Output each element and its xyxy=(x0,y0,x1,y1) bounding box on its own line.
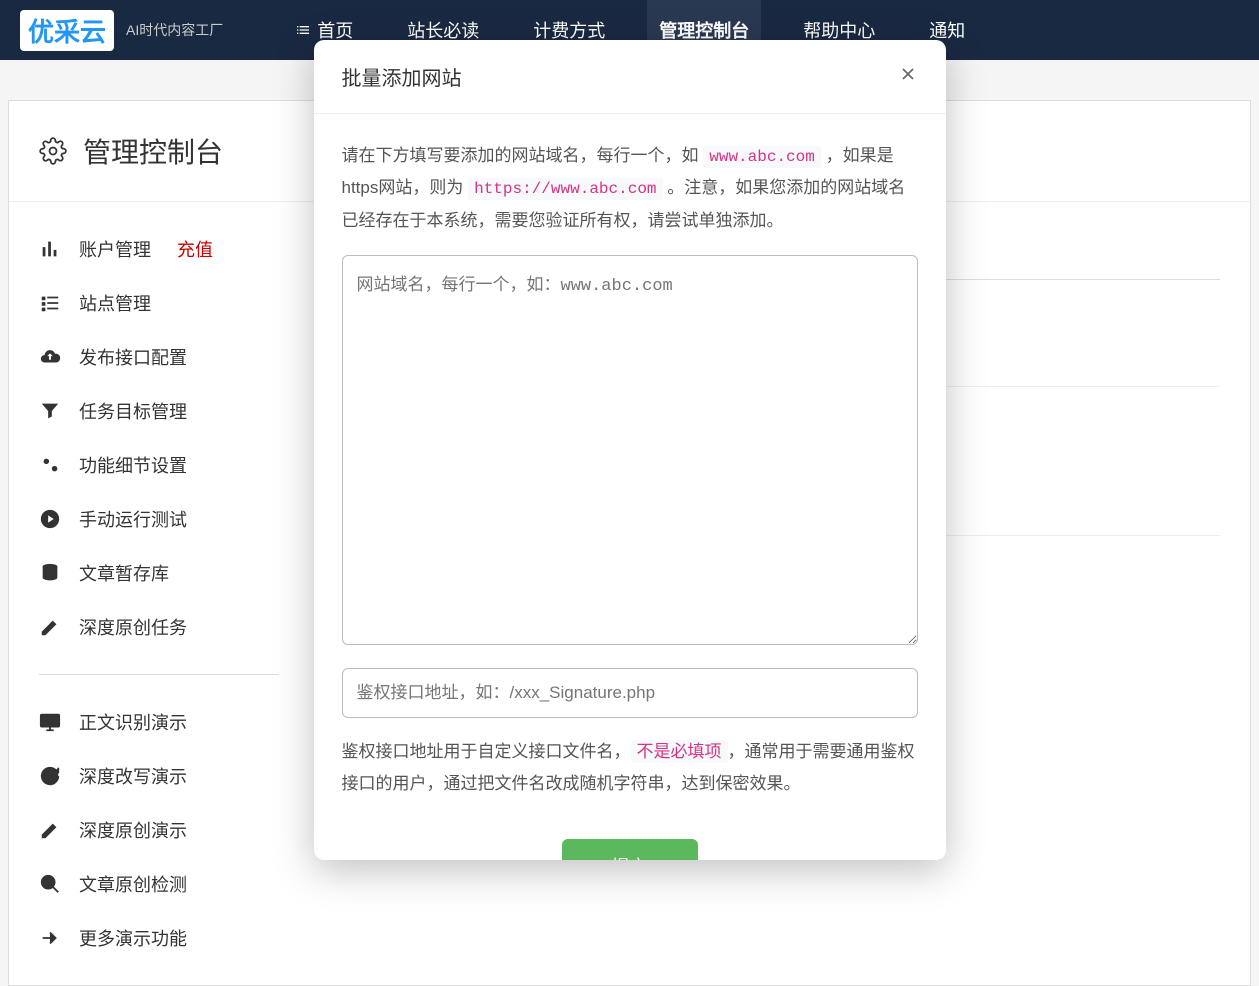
auth-path-input[interactable] xyxy=(342,668,918,718)
batch-add-modal: 批量添加网站 请在下方填写要添加的网站域名，每行一个，如 www.abc.com… xyxy=(314,40,946,860)
domains-textarea[interactable] xyxy=(342,255,918,645)
not-required-badge: 不是必填项 xyxy=(631,740,728,763)
sidebar-item-more-demo[interactable]: 更多演示功能 xyxy=(39,911,279,965)
code-sample: www.abc.com xyxy=(703,146,821,168)
auth-note: 鉴权接口地址用于自定义接口文件名，不是必填项，通常用于需要通用鉴权接口的用户，通… xyxy=(342,736,918,801)
close-button[interactable] xyxy=(898,63,918,91)
modal-title: 批量添加网站 xyxy=(342,62,462,91)
code-sample: https://www.abc.com xyxy=(468,178,662,200)
share-icon xyxy=(39,927,61,949)
search-icon xyxy=(39,873,61,895)
submit-button[interactable]: 提交 xyxy=(562,839,698,860)
modal-description: 请在下方填写要添加的网站域名，每行一个，如 www.abc.com ，如果是ht… xyxy=(342,140,918,237)
modal-overlay: 批量添加网站 请在下方填写要添加的网站域名，每行一个，如 www.abc.com… xyxy=(0,0,1259,874)
close-icon xyxy=(898,64,918,84)
